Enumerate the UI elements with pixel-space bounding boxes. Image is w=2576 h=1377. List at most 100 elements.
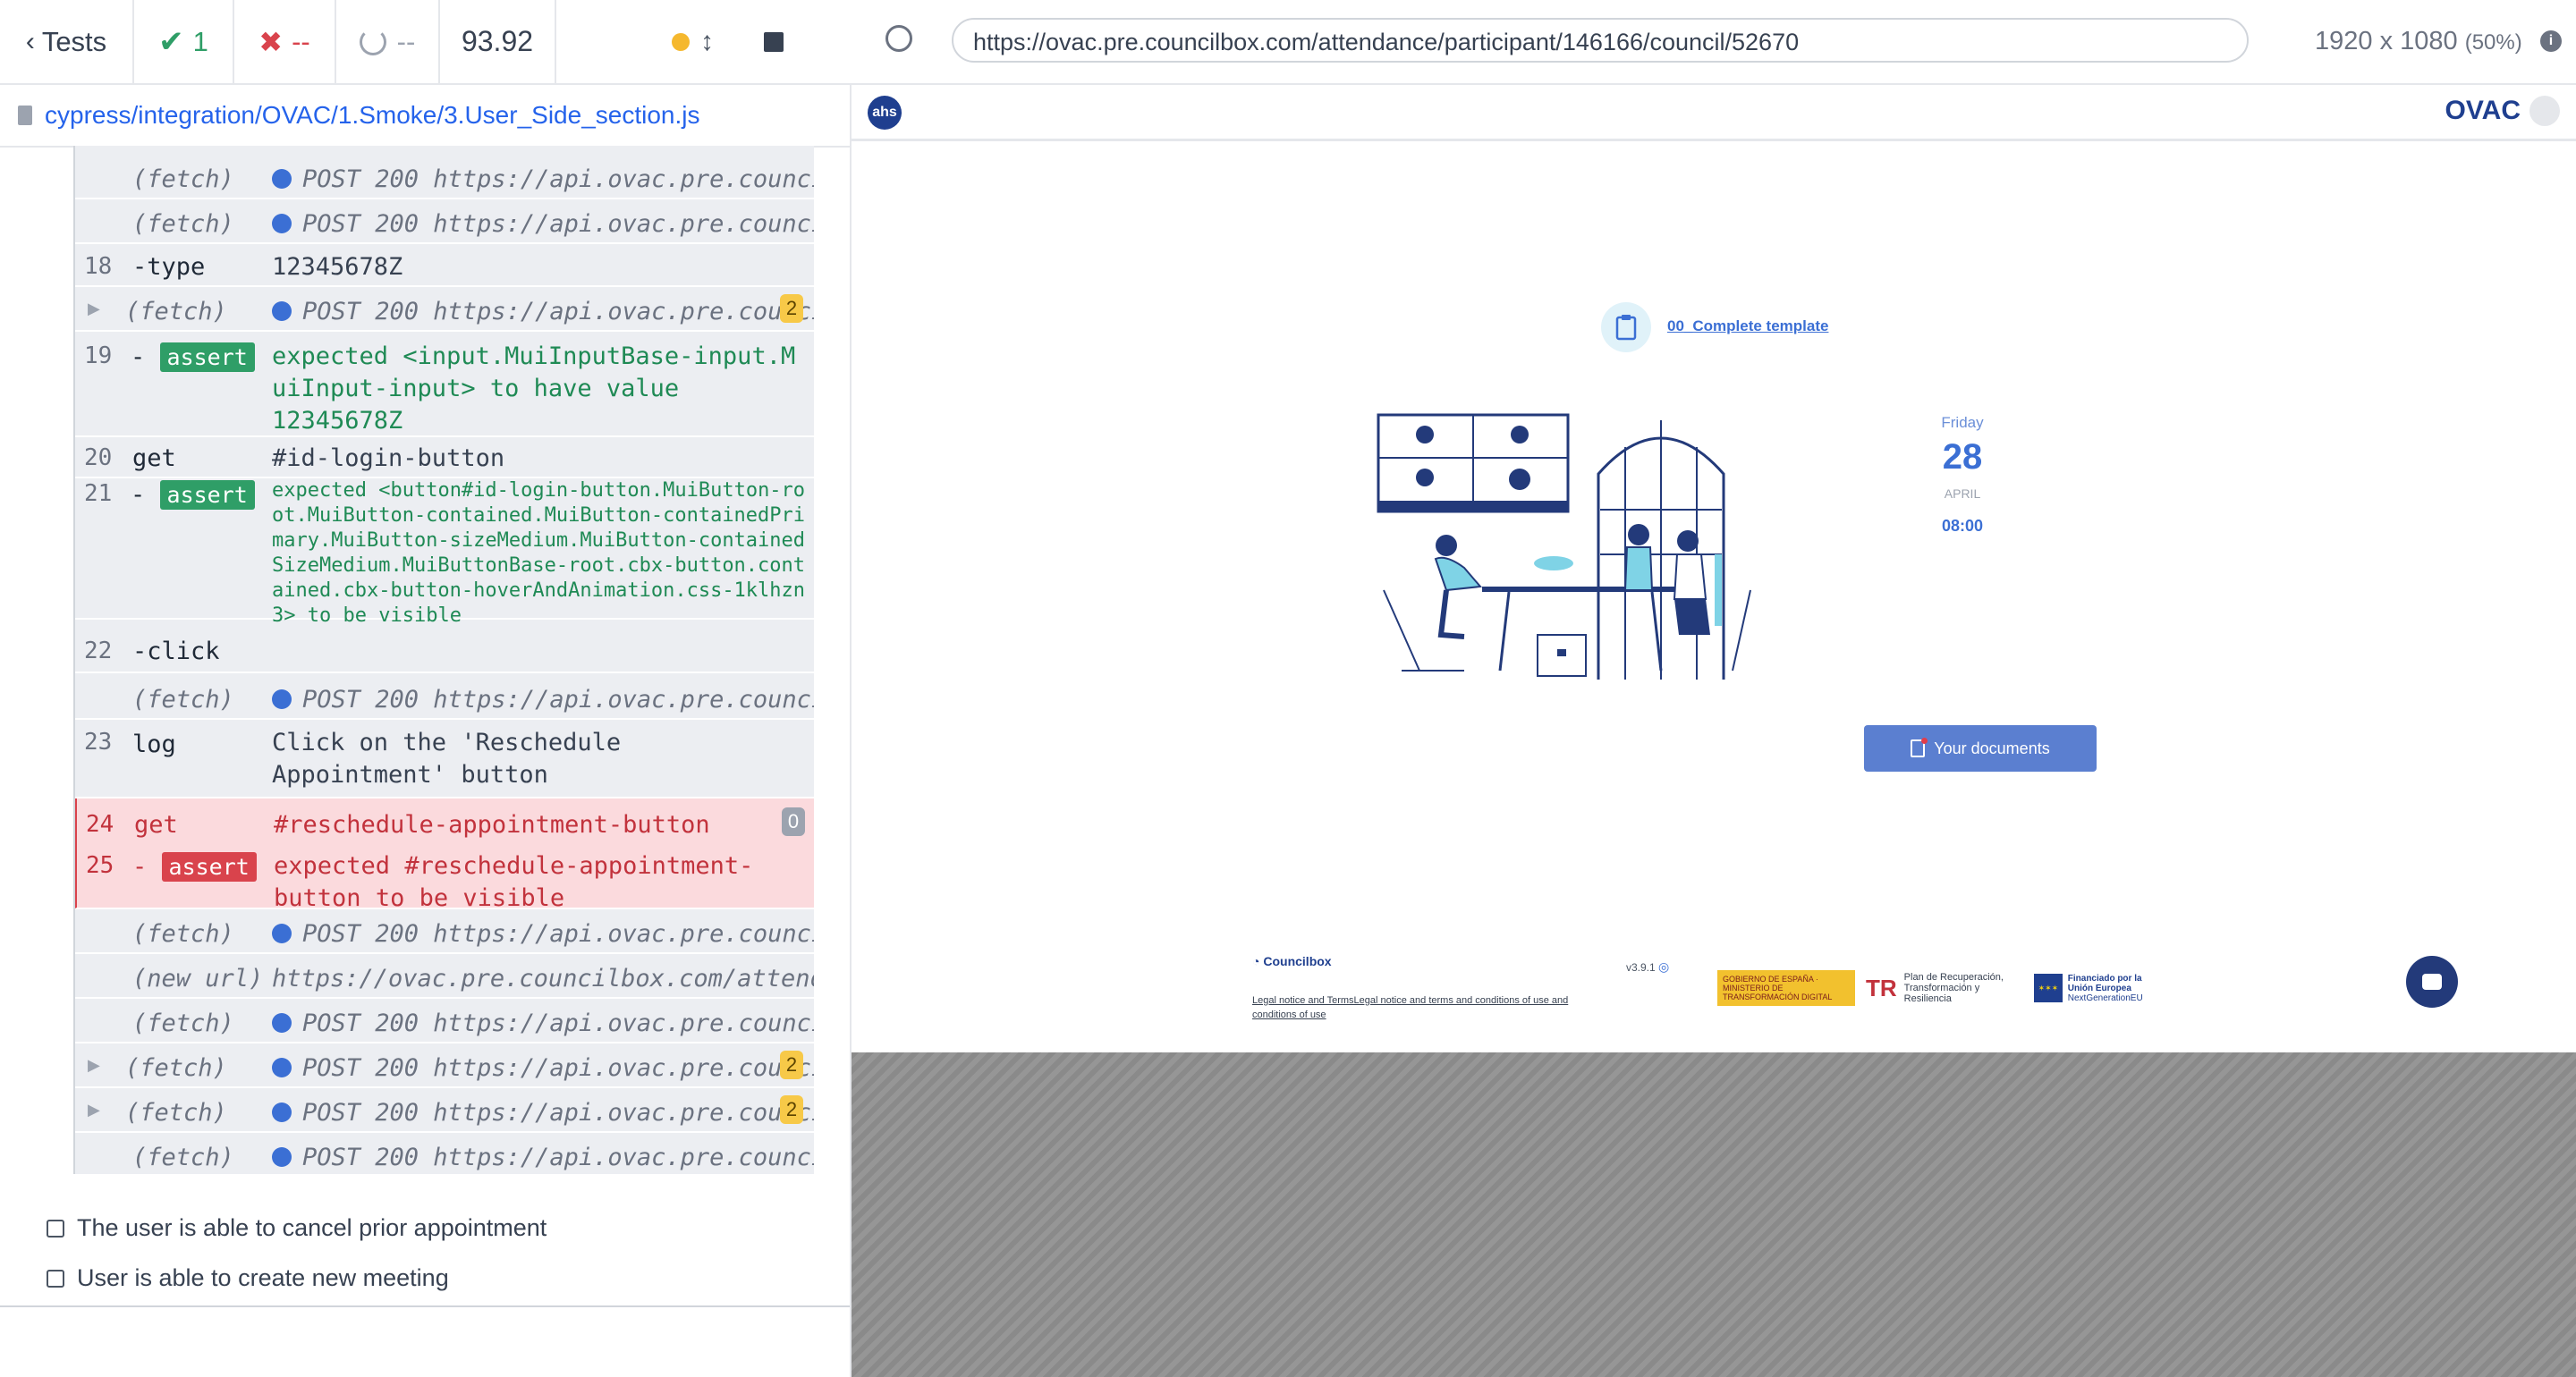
log-row[interactable]: (fetch) POST 200 https://api.ovac.pre.co… <box>75 155 814 199</box>
meeting-illustration <box>1377 413 1751 680</box>
file-icon <box>18 106 32 125</box>
test-item-cancel[interactable]: The user is able to cancel prior appoint… <box>47 1214 547 1242</box>
log-row[interactable]: 21 - assert expected <button#id-login-bu… <box>75 477 814 627</box>
log-row[interactable]: (new url) https://ovac.pre.councilbox.co… <box>75 954 814 999</box>
failed-log-row[interactable]: 24 get #reschedule-appointment-button 0 … <box>75 798 814 912</box>
caret-right-icon[interactable]: ▶ <box>88 1056 100 1075</box>
failed-count[interactable]: ✖ -- <box>234 0 336 83</box>
request-dot-icon <box>272 689 292 709</box>
app-header: ahs OVAC <box>852 85 2576 141</box>
log-row[interactable]: 22 -click <box>75 632 814 673</box>
expand-arrows-icon[interactable]: ↕ <box>700 27 714 57</box>
count-badge: 2 <box>780 294 803 323</box>
app-version: v3.9.1 ◎ <box>1626 959 1670 974</box>
user-icon[interactable] <box>2529 96 2560 126</box>
date-day: Friday <box>1941 414 1984 431</box>
back-label: Tests <box>41 25 107 57</box>
pending-value: -- <box>396 25 416 57</box>
log-row[interactable]: 18 -type 12345678Z <box>75 244 814 287</box>
failed-value: -- <box>292 25 310 57</box>
your-documents-button[interactable]: Your documents <box>1864 725 2097 772</box>
cypress-reporter: ‹ Tests ✔ 1 ✖ -- -- 93.92 ↕ cypress/inte… <box>0 0 852 1377</box>
spec-path[interactable]: cypress/integration/OVAC/1.Smoke/3.User_… <box>45 101 699 130</box>
template-link[interactable]: 00_Complete template <box>1667 317 1828 335</box>
request-dot-icon <box>272 301 292 321</box>
selector-playground-icon[interactable] <box>886 25 912 52</box>
browser-pane: https://ovac.pre.councilbox.com/attendan… <box>850 0 2576 1377</box>
passed-value: 1 <box>192 25 208 57</box>
status-dot-icon <box>672 32 690 51</box>
checkbox-icon <box>47 1219 64 1238</box>
date-number: 28 <box>1942 437 1983 477</box>
pending-count[interactable]: -- <box>336 0 440 83</box>
test-label: User is able to create new meeting <box>77 1264 449 1291</box>
chevron-left-icon: ‹ <box>25 26 35 56</box>
log-row[interactable]: ▶ (fetch) POST 200 https://api.ovac.pre.… <box>75 1043 814 1088</box>
log-row[interactable]: 19 - assert expected <input.MuiInputBase… <box>75 332 814 437</box>
reporter-header: ‹ Tests ✔ 1 ✖ -- -- 93.92 ↕ <box>0 0 850 85</box>
eu-flag-icon: ✶✶✶ <box>2034 974 2063 1002</box>
count-badge: 2 <box>780 1051 803 1079</box>
passed-count[interactable]: ✔ 1 <box>134 0 234 83</box>
appointment-date: Friday 28 APRIL 08:00 <box>1918 414 2007 536</box>
assert-badge: assert <box>159 480 255 510</box>
info-icon[interactable]: i <box>2540 30 2562 52</box>
url-field[interactable]: https://ovac.pre.councilbox.com/attendan… <box>952 18 2249 63</box>
funding-logos: GOBIERNO DE ESPAÑA · MINISTERIO DE TRANS… <box>1717 970 2165 1006</box>
stop-icon <box>764 31 784 52</box>
brand-logo: OVAC <box>2445 96 2521 125</box>
chat-bubble-icon <box>2422 974 2442 990</box>
test-label: The user is able to cancel prior appoint… <box>77 1214 547 1241</box>
request-dot-icon <box>272 214 292 233</box>
footer-councilbox-logo: ◔ Councilbox <box>1252 954 1332 968</box>
viewport-background <box>852 1052 2576 1377</box>
log-row[interactable]: (fetch) POST 200 https://api.ovac.pre.co… <box>75 999 814 1043</box>
duration: 93.92 <box>440 0 556 83</box>
count-badge: 2 <box>780 1095 803 1124</box>
divider <box>0 1305 850 1307</box>
log-row[interactable]: (fetch) POST 200 https://api.ovac.pre.co… <box>75 909 814 954</box>
test-item-create[interactable]: User is able to create new meeting <box>47 1264 449 1292</box>
chat-button[interactable] <box>2406 956 2458 1008</box>
request-dot-icon <box>272 924 292 943</box>
running-status: ↕ <box>556 0 724 83</box>
log-row[interactable]: ▶ (fetch) POST 200 https://api.ovac.pre.… <box>75 1088 814 1133</box>
date-month: APRIL <box>1944 486 1981 501</box>
count-badge: 0 <box>782 807 805 836</box>
stop-button[interactable] <box>724 0 823 83</box>
log-row[interactable]: (fetch) POST 200 https://api.ovac.pre.co… <box>75 199 814 244</box>
spain-government-logo: GOBIERNO DE ESPAÑA · MINISTERIO DE TRANS… <box>1717 970 1855 1006</box>
request-dot-icon <box>272 1013 292 1033</box>
your-documents-label: Your documents <box>1934 739 2050 757</box>
recovery-plan-logo: TR Plan de Recuperación, Transformación … <box>1866 972 2004 1004</box>
assert-badge: assert <box>159 342 255 372</box>
log-row[interactable]: (fetch) POST 200 https://api.ovac.pre.co… <box>75 1133 814 1174</box>
log-row[interactable]: (fetch) POST 200 https://api.ovac.pre.co… <box>75 675 814 720</box>
legal-notice-link[interactable]: Legal notice and TermsLegal notice and t… <box>1252 993 1592 1022</box>
request-dot-icon <box>272 169 292 189</box>
pending-circle-icon <box>359 28 386 55</box>
cross-icon: ✖ <box>258 25 284 58</box>
log-row[interactable]: 20 get #id-login-button <box>75 437 814 478</box>
app-logo[interactable]: ahs <box>868 96 902 130</box>
document-icon <box>1911 738 1928 757</box>
viewport-size: 1920 x 1080 (50%) <box>2315 27 2522 55</box>
eu-funding-logo: ✶✶✶ Financiado por la Unión Europea NextG… <box>2034 970 2165 1006</box>
check-icon: ✔ <box>158 24 184 59</box>
command-log: (fetch) POST 200 https://api.ovac.pre.co… <box>73 146 814 1174</box>
date-time: 08:00 <box>1941 517 1984 535</box>
address-bar: https://ovac.pre.councilbox.com/attendan… <box>850 0 2576 85</box>
caret-right-icon[interactable]: ▶ <box>88 300 100 318</box>
log-row[interactable]: 23 log Click on the 'Reschedule Appointm… <box>75 720 814 798</box>
clipboard-icon <box>1601 302 1651 352</box>
log-row[interactable]: ▶ (fetch) POST 200 https://api.ovac.pre.… <box>75 287 814 332</box>
checkbox-icon <box>47 1269 64 1288</box>
request-dot-icon <box>272 1058 292 1077</box>
caret-right-icon[interactable]: ▶ <box>88 1101 100 1119</box>
request-dot-icon <box>272 1102 292 1122</box>
request-dot-icon <box>272 1147 292 1167</box>
support-icon[interactable]: ◎ <box>1658 959 1669 974</box>
back-to-tests-button[interactable]: ‹ Tests <box>0 0 134 83</box>
app-under-test: ahs OVAC 00_Complete template Friday 28 … <box>852 85 2576 1052</box>
spec-path-bar[interactable]: cypress/integration/OVAC/1.Smoke/3.User_… <box>0 85 850 148</box>
